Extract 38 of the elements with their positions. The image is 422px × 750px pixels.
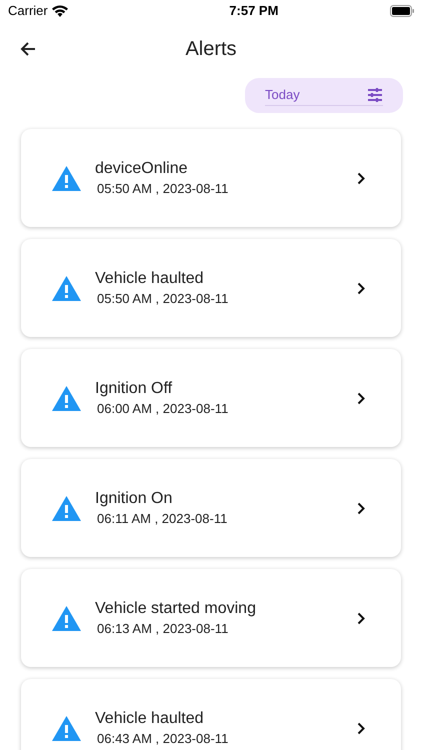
alert-title: Ignition On <box>95 489 174 509</box>
chevron-right-icon <box>357 502 365 514</box>
alert-card[interactable]: Vehicle haulted 06:43 AM , 2023-08-11 <box>21 679 401 750</box>
alert-title: Vehicle started moving <box>95 599 257 619</box>
wifi-icon <box>52 5 68 17</box>
alert-card[interactable]: Vehicle started moving 06:13 AM , 2023-08-11 <box>21 569 401 667</box>
alert-time: 06:00 AM , 2023-08-11 <box>97 401 230 417</box>
page-title: Alerts <box>185 37 237 62</box>
alert-title: Ignition Off <box>95 379 174 399</box>
alert-time: 05:50 AM , 2023-08-11 <box>97 181 230 197</box>
battery-icon <box>390 5 414 17</box>
alert-time: 05:50 AM , 2023-08-11 <box>97 291 230 307</box>
alert-card[interactable]: Ignition On 06:11 AM , 2023-08-11 <box>21 459 401 557</box>
warning-icon <box>52 166 81 190</box>
clock-label: 7:57 PM <box>229 2 278 20</box>
back-arrow-icon <box>19 40 37 58</box>
warning-icon <box>52 716 81 740</box>
alert-time: 06:11 AM , 2023-08-11 <box>97 511 228 527</box>
alert-title: Vehicle haulted <box>95 269 205 289</box>
chevron-right-icon <box>357 172 365 184</box>
carrier-label: Carrier <box>8 2 48 20</box>
chevron-right-icon <box>357 282 365 294</box>
alert-card[interactable]: Ignition Off 06:00 AM , 2023-08-11 <box>21 349 401 447</box>
warning-icon <box>52 276 81 300</box>
warning-icon <box>52 386 81 410</box>
alert-title: deviceOnline <box>95 159 188 179</box>
chevron-right-icon <box>357 392 365 404</box>
date-filter-button[interactable]: Today <box>245 78 403 113</box>
alert-card[interactable]: deviceOnline 05:50 AM , 2023-08-11 <box>21 129 401 227</box>
sliders-icon <box>367 88 383 102</box>
alert-title: Vehicle haulted <box>95 709 205 729</box>
chevron-right-icon <box>357 722 365 734</box>
warning-icon <box>52 606 81 630</box>
alert-time: 06:13 AM , 2023-08-11 <box>97 621 230 637</box>
warning-icon <box>52 496 81 520</box>
alert-card[interactable]: Vehicle haulted 05:50 AM , 2023-08-11 <box>21 239 401 337</box>
alert-time: 06:43 AM , 2023-08-11 <box>97 731 230 747</box>
chevron-right-icon <box>357 612 365 624</box>
